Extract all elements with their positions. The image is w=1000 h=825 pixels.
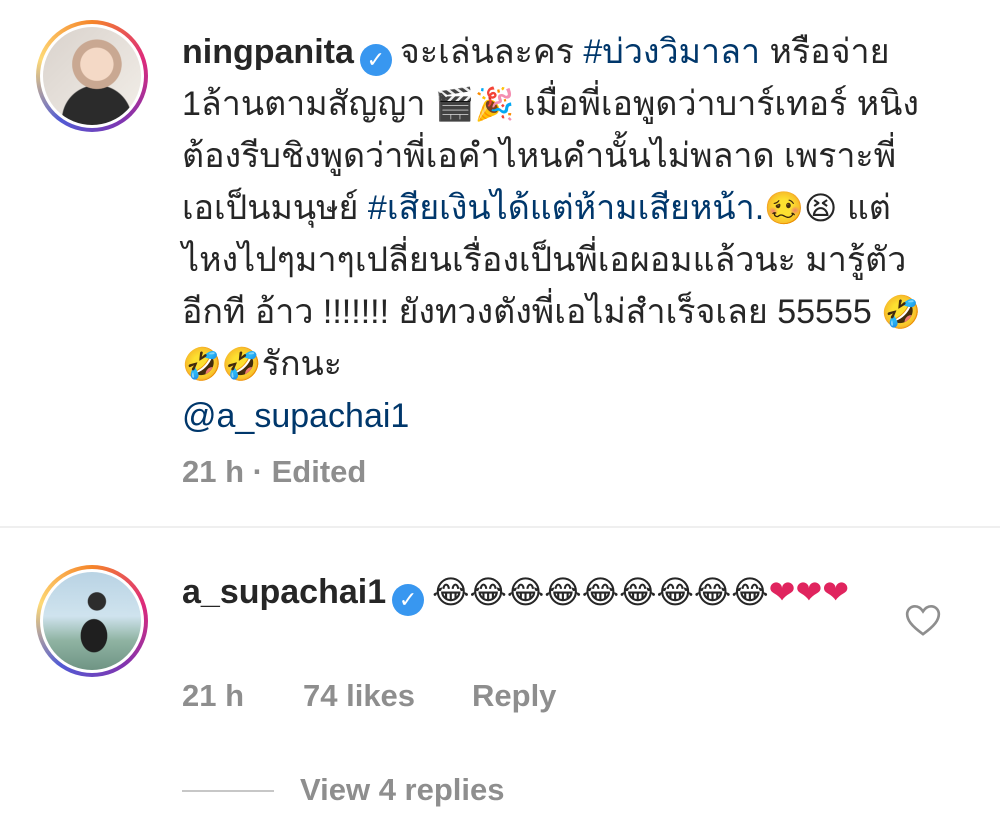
likes-count[interactable]: 74 likes <box>303 678 415 714</box>
hashtag-link[interactable]: #บ่วงวิมาลา <box>583 33 760 71</box>
emoji: 🎬🎉 <box>434 85 515 123</box>
emoji: 🥴😫 <box>764 189 838 227</box>
hashtag-link[interactable]: #เสียเงินได้แต่ห้ามเสียหน้า. <box>368 189 764 227</box>
comment-meta: 21 h · Edited <box>182 454 366 490</box>
verified-icon: ✓ <box>392 584 425 616</box>
mention-link[interactable]: @a_supachai1 <box>182 397 409 435</box>
comment-text: จะเล่นละคร <box>399 33 584 71</box>
verified-icon: ✓ <box>359 44 392 76</box>
avatar[interactable] <box>36 565 148 677</box>
divider <box>0 526 1000 528</box>
comment-username[interactable]: ningpanita <box>182 33 354 71</box>
divider <box>182 790 274 792</box>
heart-emoji: ❤❤❤ <box>768 573 850 611</box>
emoji: 😂😂😂😂😂😂😂😂😂 <box>432 573 769 611</box>
reply-button[interactable]: Reply <box>472 678 556 714</box>
avatar[interactable] <box>36 20 148 132</box>
comment-text: รักนะ <box>261 345 343 383</box>
comment-body: ningpanita ✓ จะเล่นละคร #บ่วงวิมาลา หรือจ่… <box>182 26 922 442</box>
timestamp[interactable]: 21 h <box>182 454 244 489</box>
avatar-image <box>43 27 141 125</box>
timestamp[interactable]: 21 h <box>182 678 244 714</box>
view-replies-button[interactable]: View 4 replies <box>300 772 505 808</box>
edited-label: · Edited <box>252 454 367 489</box>
heart-outline-icon[interactable] <box>903 600 943 640</box>
comment-body: a_supachai1 ✓ 😂😂😂😂😂😂😂😂😂❤❤❤ <box>182 566 862 618</box>
avatar-image <box>43 572 141 670</box>
comment-username[interactable]: a_supachai1 <box>182 573 386 611</box>
